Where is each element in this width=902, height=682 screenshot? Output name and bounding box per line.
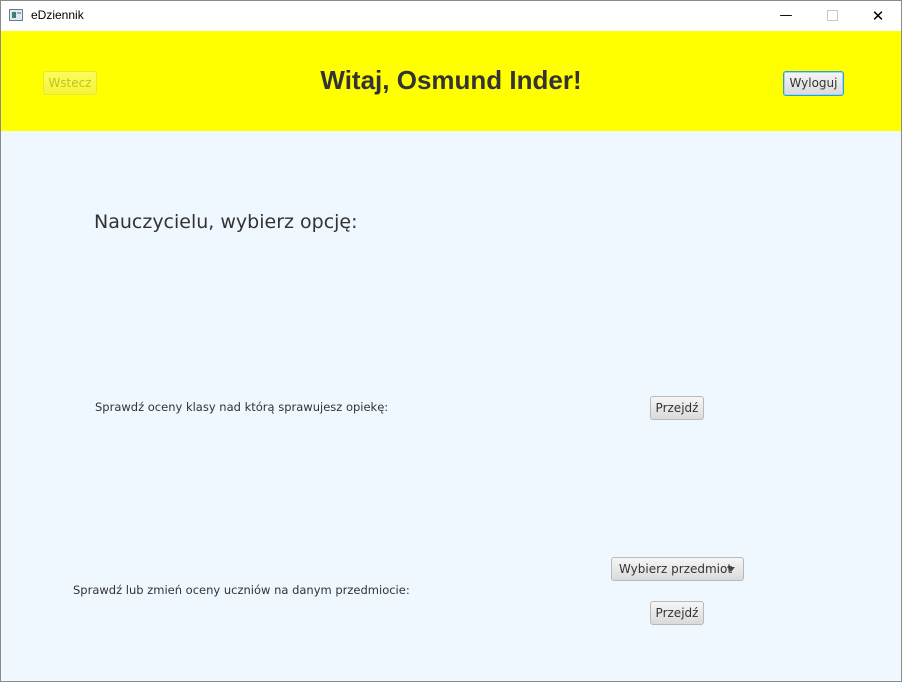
- maximize-icon: [826, 9, 838, 21]
- app-window: eDziennik — ✕ Wstecz Witaj, Osmund Inder…: [0, 0, 902, 682]
- window-title: eDziennik: [31, 8, 84, 22]
- maximize-button[interactable]: [809, 1, 855, 31]
- minimize-button[interactable]: —: [763, 1, 809, 31]
- subject-select[interactable]: Wybierz przedmiot: [611, 557, 744, 581]
- welcome-heading: Witaj, Osmund Inder!: [320, 65, 582, 95]
- app-icon: [9, 9, 23, 21]
- header-banner: Wstecz Witaj, Osmund Inder! Wyloguj: [1, 31, 901, 131]
- class-grades-label: Sprawdź oceny klasy nad którą sprawujesz…: [95, 400, 389, 414]
- title-bar[interactable]: eDziennik — ✕: [1, 1, 901, 31]
- logout-button[interactable]: Wyloguj: [783, 71, 844, 96]
- subject-grades-label: Sprawdź lub zmień oceny uczniów na danym…: [73, 583, 410, 597]
- subject-grades-go-button[interactable]: Przejdź: [650, 601, 704, 625]
- page-prompt: Nauczycielu, wybierz opcję:: [94, 211, 358, 233]
- subject-select-value: Wybierz przedmiot: [619, 562, 733, 576]
- class-grades-go-button[interactable]: Przejdź: [650, 396, 704, 420]
- close-button[interactable]: ✕: [855, 1, 901, 31]
- chevron-down-icon: [727, 567, 735, 572]
